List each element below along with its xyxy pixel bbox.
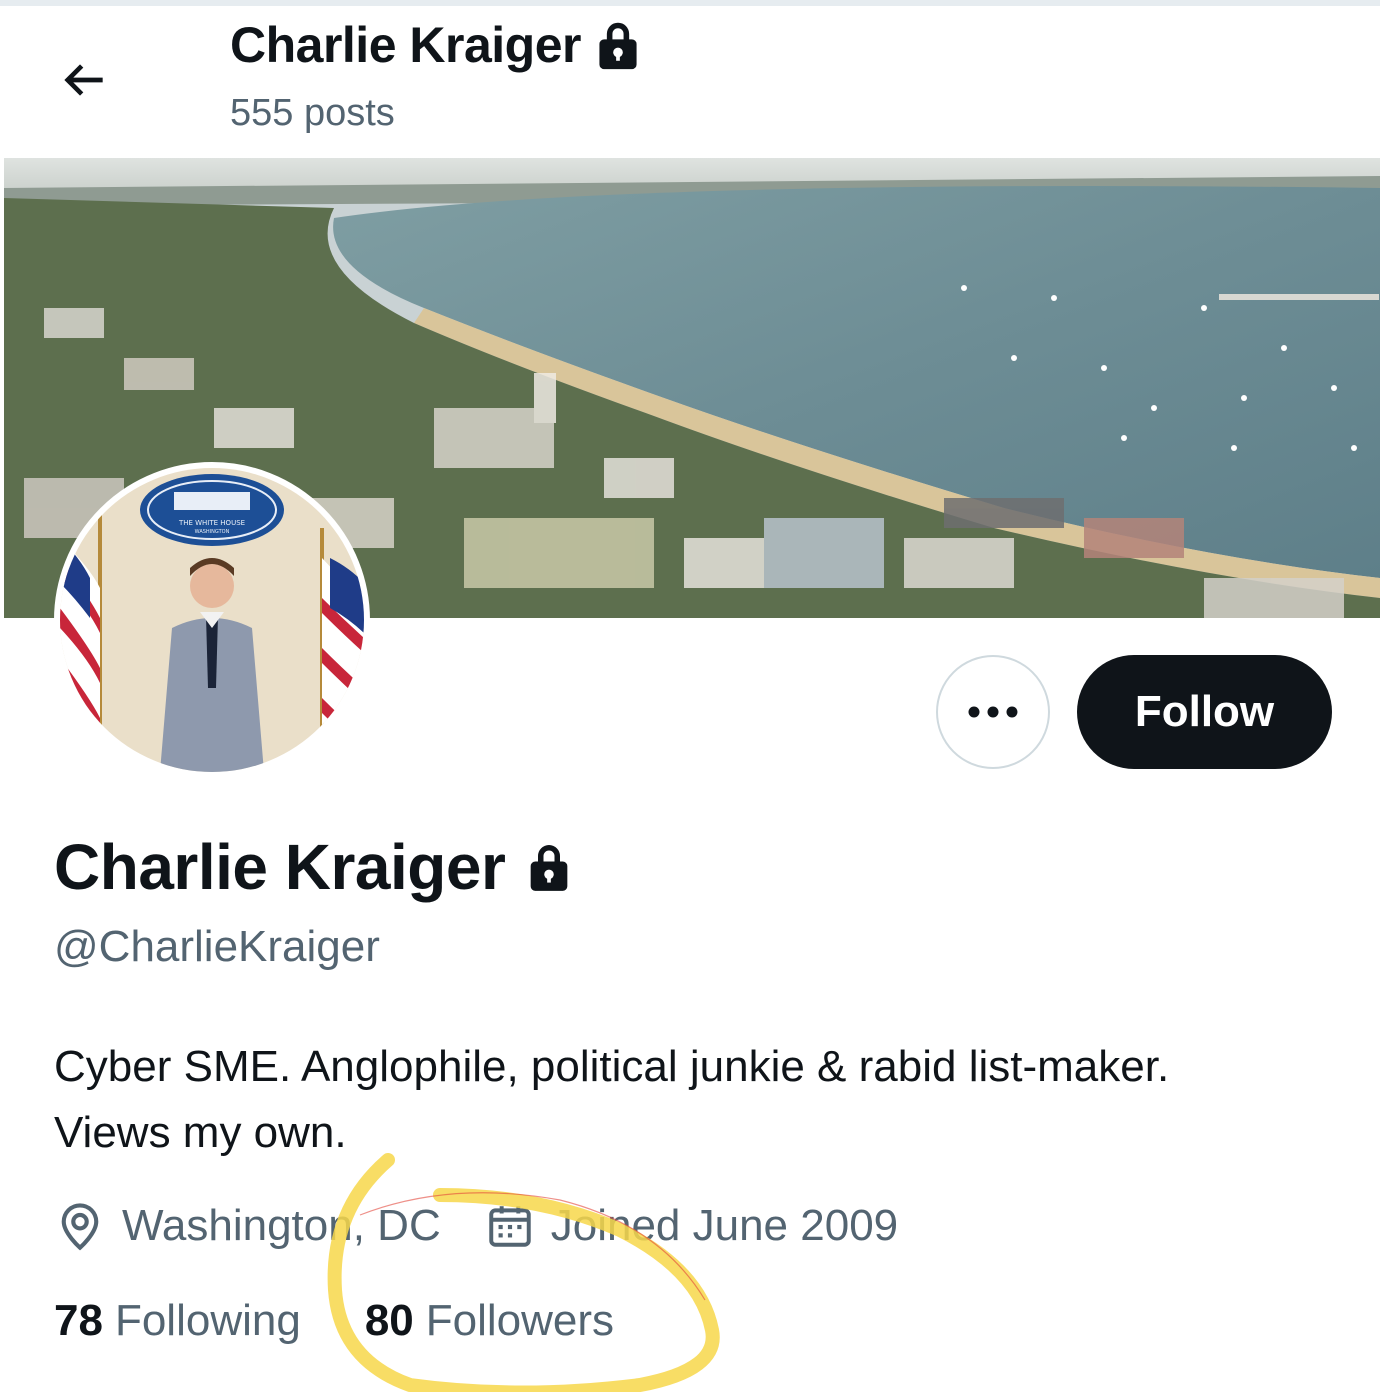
follow-stats: 78 Following 80 Followers xyxy=(54,1296,614,1346)
lock-icon xyxy=(599,22,637,70)
profile-header: Charlie Kraiger 555 posts xyxy=(0,6,1380,158)
header-name: Charlie Kraiger xyxy=(230,17,581,73)
location-pin-icon xyxy=(61,1203,99,1251)
following-label: Following xyxy=(114,1296,301,1345)
display-name-row: Charlie Kraiger xyxy=(54,830,571,904)
more-button[interactable] xyxy=(936,655,1050,769)
header-title: Charlie Kraiger xyxy=(230,16,641,74)
following-count: 78 xyxy=(54,1296,103,1345)
join-date: Joined June 2009 xyxy=(485,1201,898,1251)
following-link[interactable]: 78 Following xyxy=(54,1296,301,1346)
followers-label: Followers xyxy=(425,1296,615,1345)
lock-icon xyxy=(531,845,568,891)
more-horizontal-icon xyxy=(968,706,1018,718)
avatar-photo: THE WHITE HOUSE WASHINGTON xyxy=(60,468,364,772)
location: Washington, DC xyxy=(54,1200,441,1252)
calendar-icon xyxy=(489,1206,531,1247)
seal-subtext: WASHINGTON xyxy=(195,529,230,535)
arrow-left-icon xyxy=(64,64,103,96)
followers-count: 80 xyxy=(364,1296,414,1345)
avatar[interactable]: THE WHITE HOUSE WASHINGTON xyxy=(54,462,370,778)
seal-text: THE WHITE HOUSE xyxy=(178,519,245,527)
back-button[interactable] xyxy=(42,38,126,122)
bio-line: Views my own. xyxy=(54,1108,347,1157)
followers-link[interactable]: 80 Followers xyxy=(365,1296,614,1346)
follow-button[interactable]: Follow xyxy=(1077,655,1332,769)
post-count: 555 posts xyxy=(230,92,395,134)
profile-meta: Washington, DC Joined June 2009 xyxy=(54,1196,898,1256)
bio-line: Cyber SME. Anglophile, political junkie … xyxy=(54,1042,1170,1091)
location-text: Washington, DC xyxy=(122,1201,441,1250)
user-handle: @CharlieKraiger xyxy=(54,922,380,971)
display-name: Charlie Kraiger xyxy=(54,831,506,903)
bio: Cyber SME. Anglophile, political junkie … xyxy=(54,1034,1344,1166)
join-date-text: Joined June 2009 xyxy=(550,1201,899,1250)
